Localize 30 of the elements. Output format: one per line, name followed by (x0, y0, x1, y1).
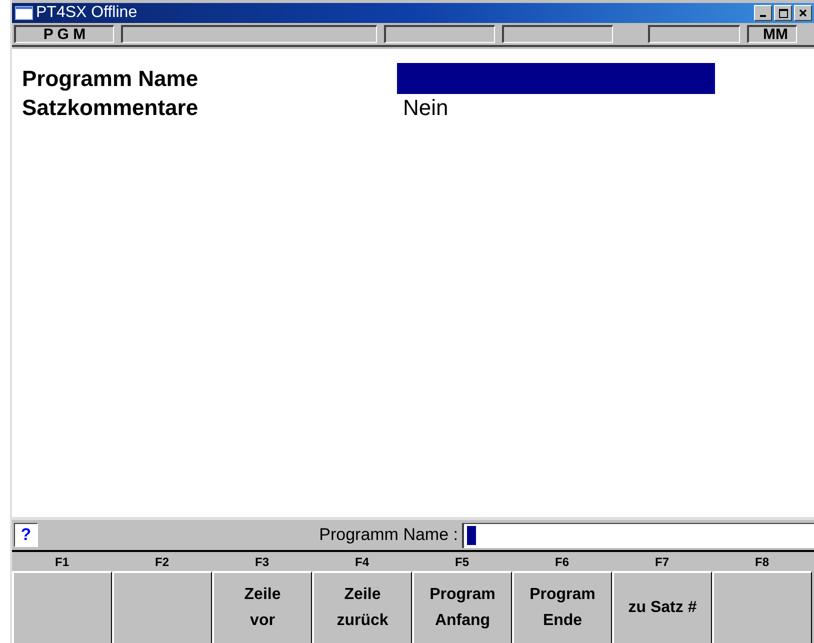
function-key-label: F3 (254, 554, 270, 570)
close-icon (799, 9, 807, 17)
prompt-label: Programm Name : (319, 525, 458, 545)
window-title: PT4SX Offline (36, 4, 138, 22)
function-key-label: F4 (354, 554, 370, 570)
help-button[interactable]: ? (14, 523, 38, 547)
function-key-label: F8 (754, 554, 770, 570)
field-label: Programm Name (22, 66, 200, 92)
softkey-button[interactable]: Zeile zurück (312, 571, 412, 643)
field-value[interactable]: Nein (397, 94, 448, 120)
status-cell: P G M (14, 25, 114, 43)
maximize-button[interactable] (774, 5, 792, 21)
softkey-button[interactable]: zu Satz # (612, 571, 712, 643)
softkey-button[interactable]: Zeile vor (212, 571, 312, 643)
field-value-highlight[interactable] (397, 63, 715, 94)
function-key-label: F1 (54, 554, 70, 570)
softkey-button[interactable]: Program Ende (512, 571, 612, 643)
text-cursor (467, 526, 476, 545)
softkey-button[interactable]: Program Anfang (412, 571, 512, 643)
field-label: Satzkommentare (22, 94, 200, 120)
function-key-label: F7 (654, 554, 670, 570)
window-icon (15, 6, 33, 20)
close-button[interactable] (794, 5, 812, 21)
input-field[interactable] (462, 522, 814, 548)
minimize-button[interactable] (754, 5, 772, 21)
function-key-label: F6 (554, 554, 570, 570)
function-key-label: F2 (154, 554, 170, 570)
maximize-icon (778, 8, 788, 18)
status-cell: MM (747, 25, 797, 43)
function-key-label: F5 (454, 554, 470, 570)
